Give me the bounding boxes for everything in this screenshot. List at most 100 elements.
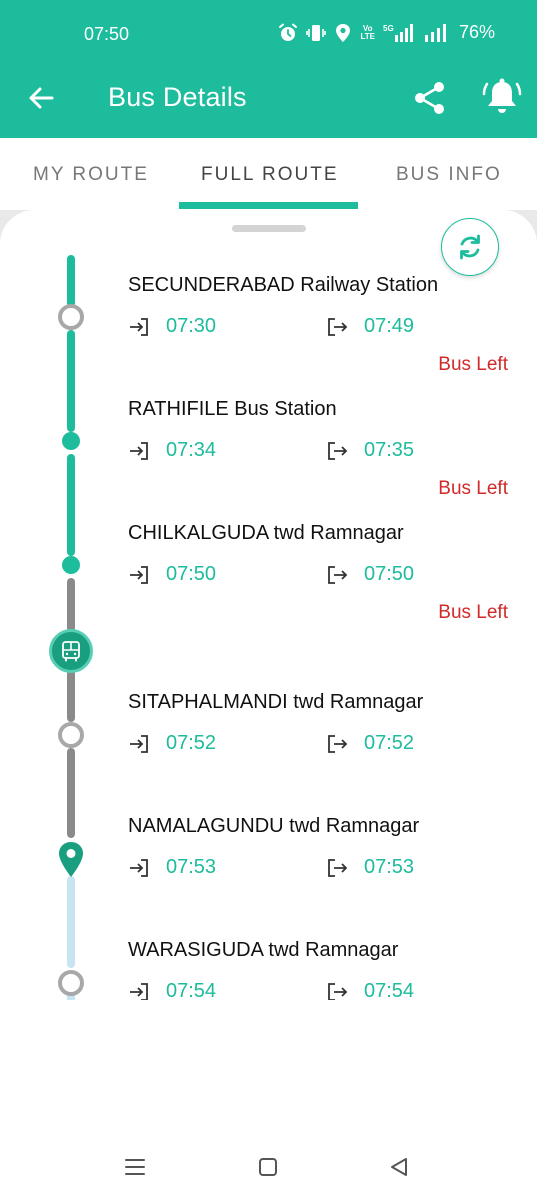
alarm-icon [279, 23, 298, 41]
status-icons: Vo LTE 5G 76% [278, 22, 495, 43]
arrival-time: 07:54 [128, 980, 216, 1000]
departure-icon [328, 317, 348, 336]
arrival-time-value: 07:30 [166, 315, 217, 337]
stop-marker-passed [62, 432, 80, 450]
share-button[interactable] [410, 78, 450, 118]
departure-time: 07:49 [326, 315, 414, 338]
tab-full-route[interactable]: FULL ROUTE [201, 164, 339, 186]
home-button[interactable] [255, 1154, 281, 1180]
battery-level: 76% [458, 22, 495, 42]
volte-icon: Vo LTE [360, 23, 375, 41]
stop-marker-ring [58, 304, 84, 330]
arrival-icon [130, 858, 148, 877]
departure-time: 07:53 [326, 856, 414, 879]
timeline-segment-passed [67, 454, 75, 556]
timeline-segment-upcoming [67, 748, 75, 838]
timeline-segment-passed [67, 255, 75, 307]
arrival-icon [130, 441, 148, 460]
departure-time-value: 07:50 [364, 563, 415, 585]
arrival-icon [130, 734, 148, 753]
arrival-time: 07:34 [128, 439, 216, 462]
back-nav-button[interactable] [386, 1154, 412, 1180]
active-tab-indicator [179, 202, 358, 209]
signal-icon [424, 23, 446, 42]
page-title: Bus Details [108, 82, 247, 112]
arrival-time: 07:53 [128, 856, 216, 879]
departure-icon [328, 734, 348, 753]
back-button[interactable] [24, 80, 60, 116]
departure-time-value: 07:53 [364, 856, 415, 878]
back-triangle-icon [391, 1158, 407, 1176]
timeline-segment-upcoming [67, 670, 75, 722]
stop-status: Bus Left [438, 478, 508, 499]
arrival-icon [130, 565, 148, 584]
system-nav-bar [0, 1134, 537, 1200]
stop-item[interactable]: CHILKALGUDA twd Ramnagar 07:50 07:50 Bus… [128, 522, 508, 623]
stop-item[interactable]: RATHIFILE Bus Station 07:34 07:35 Bus Le… [128, 398, 508, 499]
stop-item[interactable]: WARASIGUDA twd Ramnagar 07:54 07:54 [128, 939, 508, 1000]
destination-pin-icon [59, 842, 83, 877]
departure-icon [328, 565, 348, 584]
departure-time-value: 07:49 [364, 315, 415, 337]
bus-icon [62, 641, 80, 662]
departure-time: 07:54 [326, 980, 414, 1000]
departure-time: 07:50 [326, 563, 414, 586]
stop-item[interactable]: SITAPHALMANDI twd Ramnagar 07:52 07:52 [128, 691, 508, 762]
arrival-time-value: 07:53 [166, 856, 217, 878]
arrival-icon [130, 982, 148, 1000]
stop-name: WARASIGUDA twd Ramnagar [128, 939, 399, 961]
status-bar: 07:50 Vo LTE 5G 76% [0, 0, 537, 68]
arrival-icon [130, 317, 148, 336]
alarm-bell-icon [482, 78, 522, 113]
toolbar: Bus Details [0, 68, 537, 138]
stop-status: Bus Left [438, 602, 508, 623]
alarm-button[interactable] [482, 76, 522, 118]
arrival-time-value: 07:54 [166, 980, 217, 1000]
stop-name: SECUNDERABAD Railway Station [128, 274, 439, 296]
timeline-segment-upcoming [67, 578, 75, 632]
signal-5g-icon: 5G [383, 23, 413, 42]
stop-marker-ring [58, 722, 84, 748]
arrival-time-value: 07:52 [166, 732, 217, 754]
timeline-segment-future [67, 876, 75, 968]
departure-icon [328, 858, 348, 877]
tab-bar: MY ROUTE FULL ROUTE BUS INFO [0, 138, 537, 210]
location-icon [336, 23, 351, 42]
stop-item[interactable]: NAMALAGUNDU twd Ramnagar 07:53 07:53 [128, 815, 508, 886]
route-timeline: SECUNDERABAD Railway Station 07:30 07:49… [0, 210, 537, 1000]
departure-time-value: 07:54 [364, 980, 415, 1000]
departure-icon [328, 441, 348, 460]
bus-details-screen: 07:50 Vo LTE 5G 76% Bus Details MY ROUTE… [0, 0, 537, 1200]
vibrate-icon [306, 24, 327, 41]
stop-times: 07:50 07:50 [128, 563, 508, 593]
status-time: 07:50 [84, 24, 130, 44]
back-arrow-icon [29, 87, 54, 109]
departure-icon [328, 982, 348, 1000]
departure-time: 07:52 [326, 732, 414, 755]
svg-text:5G: 5G [383, 24, 394, 33]
stop-name: NAMALAGUNDU twd Ramnagar [128, 815, 420, 837]
home-square-icon [259, 1158, 277, 1176]
departure-time: 07:35 [326, 439, 414, 462]
share-icon [415, 82, 444, 114]
stop-name: CHILKALGUDA twd Ramnagar [128, 522, 404, 544]
stop-marker-passed [62, 556, 80, 574]
arrival-time: 07:30 [128, 315, 216, 338]
departure-time-value: 07:35 [364, 439, 415, 461]
menu-icon [125, 1159, 145, 1175]
stop-name: RATHIFILE Bus Station [128, 398, 337, 420]
timeline-segment-passed [67, 330, 75, 432]
current-bus-marker [49, 629, 93, 673]
stop-item[interactable]: SECUNDERABAD Railway Station 07:30 07:49… [128, 274, 508, 375]
tab-bus-info[interactable]: BUS INFO [396, 164, 502, 186]
arrival-time-value: 07:34 [166, 439, 217, 461]
arrival-time: 07:50 [128, 563, 216, 586]
recents-button[interactable] [122, 1154, 148, 1180]
stop-times: 07:52 07:52 [128, 732, 508, 762]
tab-my-route[interactable]: MY ROUTE [33, 164, 149, 186]
stop-times: 07:30 07:49 [128, 315, 508, 345]
stop-times: 07:54 07:54 [128, 980, 508, 1000]
arrival-time: 07:52 [128, 732, 216, 755]
departure-time-value: 07:52 [364, 732, 415, 754]
stop-status: Bus Left [438, 354, 508, 375]
